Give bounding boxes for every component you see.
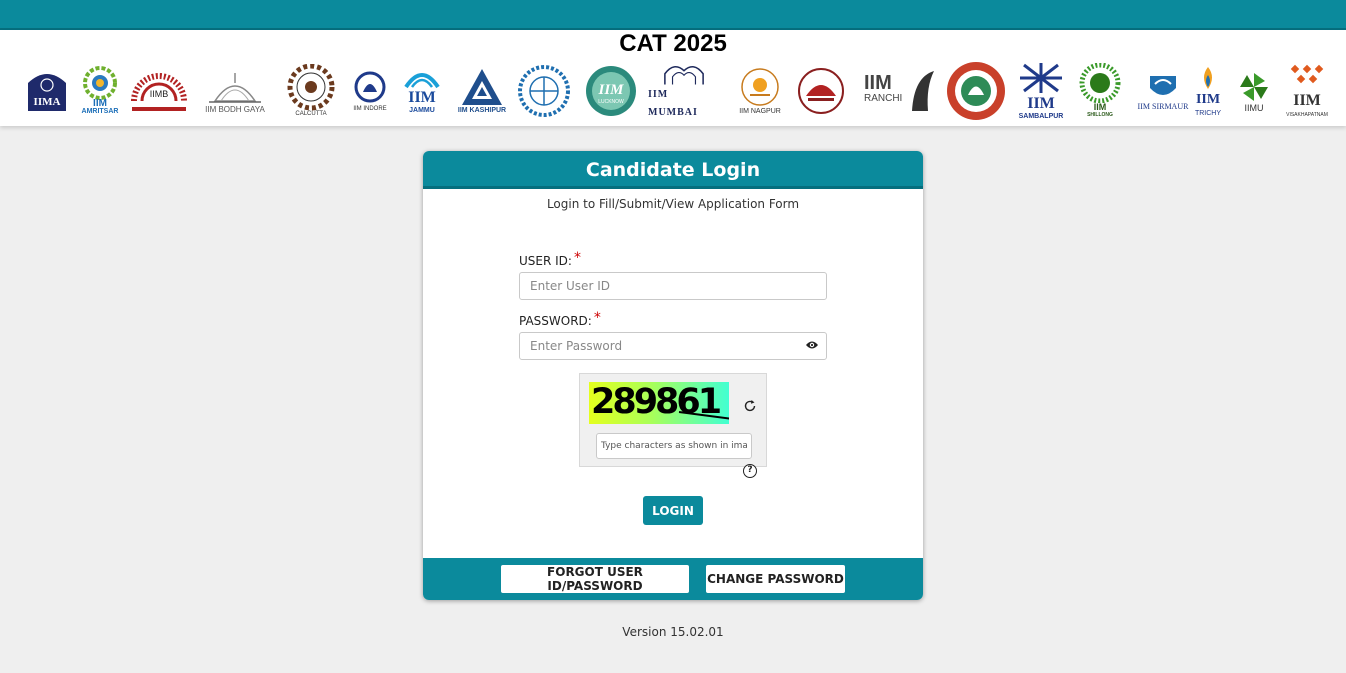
logo-iim-ranchi: IIM RANCHI: [862, 60, 938, 122]
captcha-image: 289861: [589, 382, 729, 424]
iima-emblem-icon: IIMA: [28, 74, 66, 111]
login-card-footer: FORGOT USER ID/PASSWORD CHANGE PASSWORD: [423, 558, 923, 600]
sirmaur-shield-icon: [1150, 75, 1176, 95]
logo-iim-raipur: [794, 60, 848, 122]
header-banner: CAT 2025 IIMA IIM AMRITSAR IIMB IIM BODH…: [0, 30, 1346, 126]
logo-iim-shillong: IIM SHILLONG: [1076, 60, 1124, 122]
login-card-subtitle: Login to Fill/Submit/View Application Fo…: [546, 197, 800, 211]
logo-iimb: IIMB: [126, 60, 192, 122]
svg-text:IIM: IIM: [597, 82, 624, 98]
help-icon[interactable]: ?: [743, 464, 757, 478]
mumbai-arches-icon: [664, 66, 704, 85]
refresh-icon[interactable]: [743, 398, 757, 412]
userid-label: USER ID: *: [519, 250, 581, 268]
logo-iim-lucknow: IIM LUCKNOW: [580, 60, 642, 122]
forgot-credentials-button[interactable]: FORGOT USER ID/PASSWORD: [501, 565, 689, 593]
sambalpur-pattern-icon: [1020, 63, 1062, 93]
calcutta-gear-icon: [287, 64, 335, 111]
svg-text:RANCHI: RANCHI: [864, 93, 902, 104]
iimb-arc-icon: IIMB: [131, 73, 187, 111]
change-password-button[interactable]: CHANGE PASSWORD: [706, 565, 845, 593]
logo-iim-kashipur: IIM KASHIPUR: [452, 60, 512, 122]
captcha-panel: 289861: [579, 373, 767, 467]
amritsar-flower-icon: [83, 66, 117, 100]
userid-input[interactable]: [519, 272, 827, 300]
login-card-title: Candidate Login: [423, 151, 923, 189]
eye-icon[interactable]: [804, 338, 820, 352]
visakhapatnam-pattern-icon: [1290, 64, 1324, 83]
shillong-sun-icon: [1079, 63, 1121, 103]
logo-iim-mumbai: IIM MUMBAI: [648, 60, 720, 122]
svg-text:LUCKNOW: LUCKNOW: [598, 99, 624, 105]
logo-iim-nagpur: IIM NAGPUR: [734, 60, 786, 122]
top-bar: [0, 0, 1346, 30]
logo-iima: IIMA: [22, 60, 72, 122]
ranchi-bird-icon: IIM RANCHI: [864, 71, 934, 111]
indore-emblem-icon: [354, 71, 386, 102]
svg-text:IIMA: IIMA: [34, 96, 61, 108]
iim-logos-strip: IIMA IIM AMRITSAR IIMB IIM BODH GAYA CAL…: [0, 60, 1346, 122]
nagpur-sun-icon: [741, 67, 779, 106]
logo-iim-bodh-gaya: IIM BODH GAYA: [200, 60, 270, 122]
svg-text:IIM: IIM: [864, 72, 892, 94]
logo-iim-amritsar: IIM AMRITSAR: [80, 60, 120, 122]
rohtak-emblem-icon: [947, 62, 1005, 120]
logo-iim-sirmaur: IIM SIRMAUR: [1132, 60, 1194, 122]
page-title: CAT 2025: [619, 30, 727, 57]
logo-iim-calcutta: CALCUTTA: [280, 60, 342, 122]
svg-text:IIMB: IIMB: [150, 89, 169, 99]
captcha-input[interactable]: [596, 433, 752, 459]
logo-iim-rohtak: [944, 60, 1008, 122]
candidate-login-card: Candidate Login Login to Fill/Submit/Vie…: [423, 151, 923, 600]
logo-iim-trichy: IIM TRICHY: [1190, 60, 1226, 122]
login-button[interactable]: LOGIN: [643, 496, 703, 525]
password-input[interactable]: [519, 332, 827, 360]
version-text: Version 15.02.01: [622, 625, 724, 639]
required-mark: *: [593, 310, 601, 326]
udaipur-pinwheel-icon: [1240, 72, 1268, 101]
jammu-arc-icon: [404, 73, 440, 89]
logo-iimu: IIMU: [1232, 60, 1276, 122]
logo-iim-kozhikode: [516, 60, 572, 122]
required-mark: *: [573, 250, 581, 266]
lucknow-emblem-icon: IIM LUCKNOW: [586, 66, 636, 116]
trichy-flame-icon: [1204, 66, 1212, 89]
logo-iim-indore: IIM INDORE: [348, 60, 392, 122]
logo-iim-jammu: IIM JAMMU: [398, 60, 446, 122]
kashipur-triangle-icon: [462, 69, 502, 105]
password-label: PASSWORD: *: [519, 310, 601, 328]
logo-iim-sambalpur: IIM SAMBALPUR: [1012, 60, 1070, 122]
kozhikode-wheel-icon: [518, 65, 570, 117]
logo-iim-visakhapatnam: IIM VISAKHAPATNAM: [1284, 60, 1330, 122]
raipur-emblem-icon: [798, 68, 844, 114]
bodh-gaya-stupa-icon: [209, 72, 261, 103]
